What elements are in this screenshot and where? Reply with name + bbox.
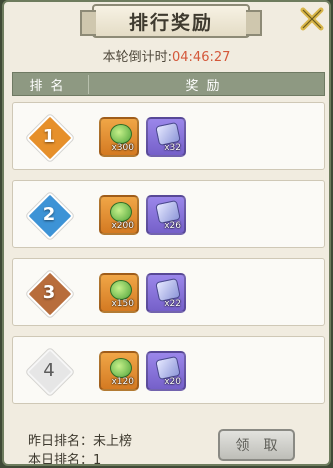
rank-badge-icon: 4 (25, 347, 75, 397)
purple-crystal-item-icon[interactable]: x26 (146, 195, 186, 235)
green-gem-item-icon[interactable]: x200 (99, 195, 139, 235)
purple-crystal-item-icon[interactable]: x32 (146, 117, 186, 157)
yesterday-rank: 昨日排名：未上榜 (28, 434, 133, 449)
purple-crystal-item-icon[interactable]: x20 (146, 351, 186, 391)
green-gem-item-icon[interactable]: x120 (99, 351, 139, 391)
purple-crystal-item-icon[interactable]: x22 (146, 273, 186, 313)
reward-row-rank-3: 3 x150 x22 (12, 258, 325, 326)
reward-column-header: 奖励 (185, 78, 228, 94)
page-title: 排行奖励 (128, 11, 213, 34)
green-gem-item-icon[interactable]: x150 (99, 273, 139, 313)
ranking-reward-panel: 排行奖励 本轮倒计时:04:46:27 排名 奖励 1 x300 x32 2 x… (2, 0, 331, 466)
close-icon (300, 7, 324, 31)
rank-badge-icon: 2 (25, 191, 75, 241)
round-countdown: 本轮倒计时:04:46:27 (4, 46, 329, 65)
rank-badge-icon: 1 (25, 113, 75, 163)
reward-row-rank-2: 2 x200 x26 (12, 180, 325, 248)
claim-button[interactable]: 领取 (218, 429, 295, 461)
reward-row-rank-4: 4 x120 x20 (12, 336, 325, 404)
title-banner: 排行奖励 (80, 4, 262, 38)
rank-badge-icon: 3 (25, 269, 75, 319)
rank-column-header: 排名 (13, 74, 89, 94)
table-header: 排名 奖励 (12, 72, 325, 96)
countdown-time: 04:46:27 (172, 50, 231, 65)
close-button[interactable] (297, 4, 327, 34)
today-rank: 本日排名：1 (28, 453, 102, 466)
countdown-label: 本轮倒计时: (102, 50, 172, 65)
green-gem-item-icon[interactable]: x300 (99, 117, 139, 157)
reward-row-rank-1: 1 x300 x32 (12, 102, 325, 170)
